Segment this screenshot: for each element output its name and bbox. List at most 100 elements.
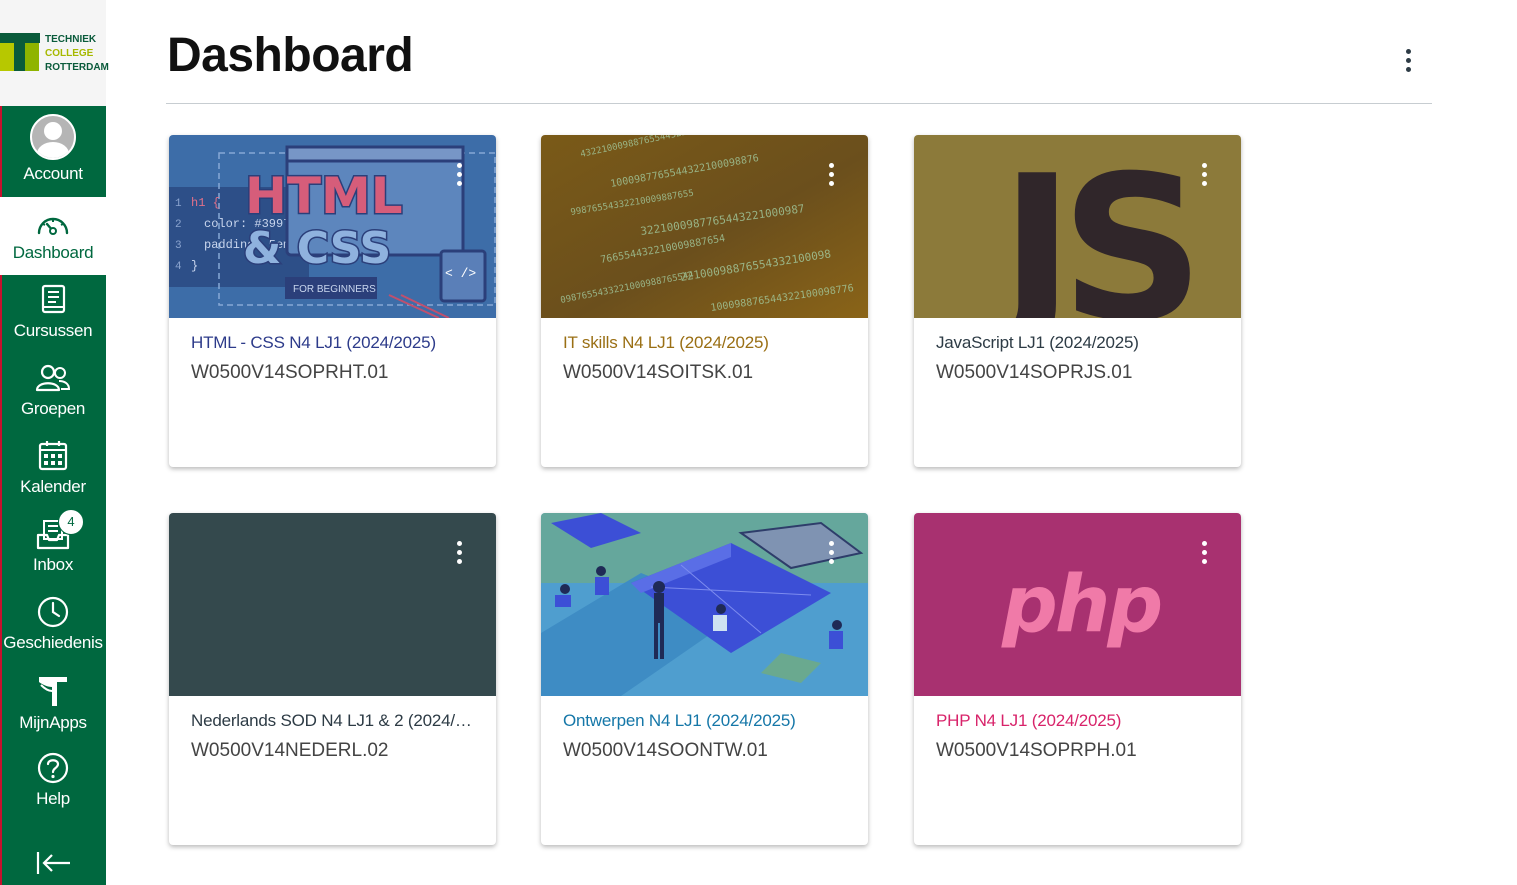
mijnapps-icon: [39, 677, 67, 706]
kebab-dot: [829, 559, 834, 564]
card-options-button[interactable]: [822, 159, 842, 193]
course-title[interactable]: JavaScript LJ1 (2024/2025): [936, 332, 1226, 354]
book-icon: [41, 284, 66, 314]
kebab-dot: [829, 172, 834, 177]
nav-label-history: Geschiedenis: [3, 633, 103, 652]
nav-item-apps[interactable]: MijnApps: [0, 665, 106, 743]
course-code: W0500V14SOPRPH.01: [936, 740, 1137, 761]
svg-text:h1 {: h1 {: [191, 196, 220, 210]
course-card-image[interactable]: 4322100098876554432210009876 10009877655…: [541, 135, 868, 318]
course-code: W0500V14SOONTW.01: [563, 740, 768, 761]
card-options-button[interactable]: [1195, 159, 1215, 193]
card-options-button[interactable]: [1195, 537, 1215, 571]
course-code: W0500V14SOPRHT.01: [191, 362, 389, 383]
course-title[interactable]: PHP N4 LJ1 (2024/2025): [936, 710, 1226, 732]
svg-text:3: 3: [175, 240, 182, 252]
course-code: W0500V14SOPRJS.01: [936, 362, 1133, 383]
school-logo[interactable]: TECHNIEK COLLEGE ROTTERDAM: [0, 0, 109, 106]
svg-text:JS: JS: [988, 135, 1190, 318]
course-card[interactable]: php PHP N4 LJ1 (2024/2025) W0500V14SOPRP…: [914, 513, 1241, 845]
kebab-dot: [829, 550, 834, 555]
js-logo-banner-image: JS: [914, 135, 1241, 318]
course-card[interactable]: Nederlands SOD N4 LJ1 & 2 (2024/2025) W0…: [169, 513, 496, 845]
course-code: W0500V14NEDERL.02: [191, 740, 389, 761]
nav-label-groups: Groepen: [20, 399, 86, 418]
nav-label-courses: Cursussen: [13, 321, 93, 340]
kebab-dot: [829, 541, 834, 546]
svg-text:HTML: HTML: [245, 167, 403, 225]
logo-line-2: COLLEGE: [45, 48, 94, 59]
kebab-dot: [457, 181, 462, 186]
card-options-button[interactable]: [450, 537, 470, 571]
collapse-nav-icon[interactable]: [34, 848, 74, 878]
kebab-dot: [457, 541, 462, 546]
help-icon: [37, 752, 69, 784]
svg-text:php: php: [1001, 560, 1160, 650]
kebab-dot: [1202, 181, 1207, 186]
kebab-dot: [1202, 550, 1207, 555]
course-card-image[interactable]: [541, 513, 868, 696]
kebab-dot: [1202, 559, 1207, 564]
kebab-dot: [829, 163, 834, 168]
logo-line-1: TECHNIEK: [45, 34, 97, 45]
inbox-unread-badge: 4: [58, 509, 84, 535]
nav-item-help[interactable]: Help: [0, 743, 106, 821]
nav-label-apps: MijnApps: [19, 713, 87, 732]
course-card[interactable]: 1 2 3 4 h1 { color: #3997a; padding: 5em…: [169, 135, 496, 467]
nav-item-account[interactable]: Account: [0, 106, 106, 196]
header-divider: [166, 103, 1432, 104]
html-css-banner-image: 1 2 3 4 h1 { color: #3997a; padding: 5em…: [169, 135, 496, 318]
calendar-icon: [38, 441, 68, 471]
course-card[interactable]: Ontwerpen N4 LJ1 (2024/2025) W0500V14SOO…: [541, 513, 868, 845]
groups-icon: [35, 364, 71, 392]
course-title[interactable]: IT skills N4 LJ1 (2024/2025): [563, 332, 853, 354]
svg-text:2: 2: [175, 219, 182, 231]
course-card-image[interactable]: 1 2 3 4 h1 { color: #3997a; padding: 5em…: [169, 135, 496, 318]
kebab-dot: [457, 559, 462, 564]
dashboard-options-button[interactable]: [1396, 44, 1420, 76]
clock-icon: [37, 596, 69, 628]
course-title[interactable]: Nederlands SOD N4 LJ1 & 2 (2024/2025): [191, 710, 481, 732]
svg-text:1: 1: [175, 198, 182, 210]
nav-item-groups[interactable]: Groepen: [0, 353, 106, 431]
course-title[interactable]: Ontwerpen N4 LJ1 (2024/2025): [563, 710, 853, 732]
course-code: W0500V14SOITSK.01: [563, 362, 754, 383]
kebab-dot: [457, 163, 462, 168]
avatar: [30, 114, 76, 160]
page-title: Dashboard: [167, 29, 414, 82]
svg-text:}: }: [191, 259, 198, 273]
kebab-dot: [1202, 163, 1207, 168]
kebab-dot: [1406, 58, 1411, 63]
logo-line-3: ROTTERDAM: [45, 62, 109, 73]
course-card-image[interactable]: [169, 513, 496, 696]
nav-label-account: Account: [23, 164, 83, 183]
kebab-dot: [1406, 49, 1411, 54]
course-card-image[interactable]: php: [914, 513, 1241, 696]
nav-item-courses[interactable]: Cursussen: [0, 275, 106, 353]
svg-text:< />: < />: [445, 266, 476, 281]
kebab-dot: [829, 181, 834, 186]
binary-code-banner-image: 4322100098876554432210009876 10009877655…: [541, 135, 868, 318]
nav-item-history[interactable]: Geschiedenis: [0, 587, 106, 665]
nav-label-calendar: Kalender: [20, 477, 86, 496]
course-card[interactable]: 4322100098876554432210009876 10009877655…: [541, 135, 868, 467]
course-title[interactable]: HTML - CSS N4 LJ1 (2024/2025): [191, 332, 481, 354]
nav-label-dashboard: Dashboard: [12, 243, 94, 262]
nav-item-dashboard[interactable]: Dashboard: [0, 197, 106, 275]
svg-text:FOR BEGINNERS: FOR BEGINNERS: [293, 284, 376, 295]
nav-item-calendar[interactable]: Kalender: [0, 431, 106, 509]
kebab-dot: [1202, 541, 1207, 546]
school-logo-text: TECHNIEK COLLEGE ROTTERDAM: [45, 33, 109, 75]
kebab-dot: [457, 172, 462, 177]
card-options-button[interactable]: [450, 159, 470, 193]
course-card[interactable]: JS JavaScript LJ1 (2024/2025) W0500V14SO…: [914, 135, 1241, 467]
kebab-dot: [457, 550, 462, 555]
kebab-dot: [1202, 172, 1207, 177]
php-logo-banner-image: php: [914, 513, 1241, 696]
course-card-image[interactable]: JS: [914, 135, 1241, 318]
card-options-button[interactable]: [822, 537, 842, 571]
svg-text:& CSS: & CSS: [243, 223, 391, 274]
global-nav-sidebar: TECHNIEK COLLEGE ROTTERDAM Account Dashb…: [0, 0, 109, 885]
nav-item-inbox[interactable]: 4 Inbox: [0, 509, 106, 587]
isometric-design-banner-image: [541, 513, 868, 696]
